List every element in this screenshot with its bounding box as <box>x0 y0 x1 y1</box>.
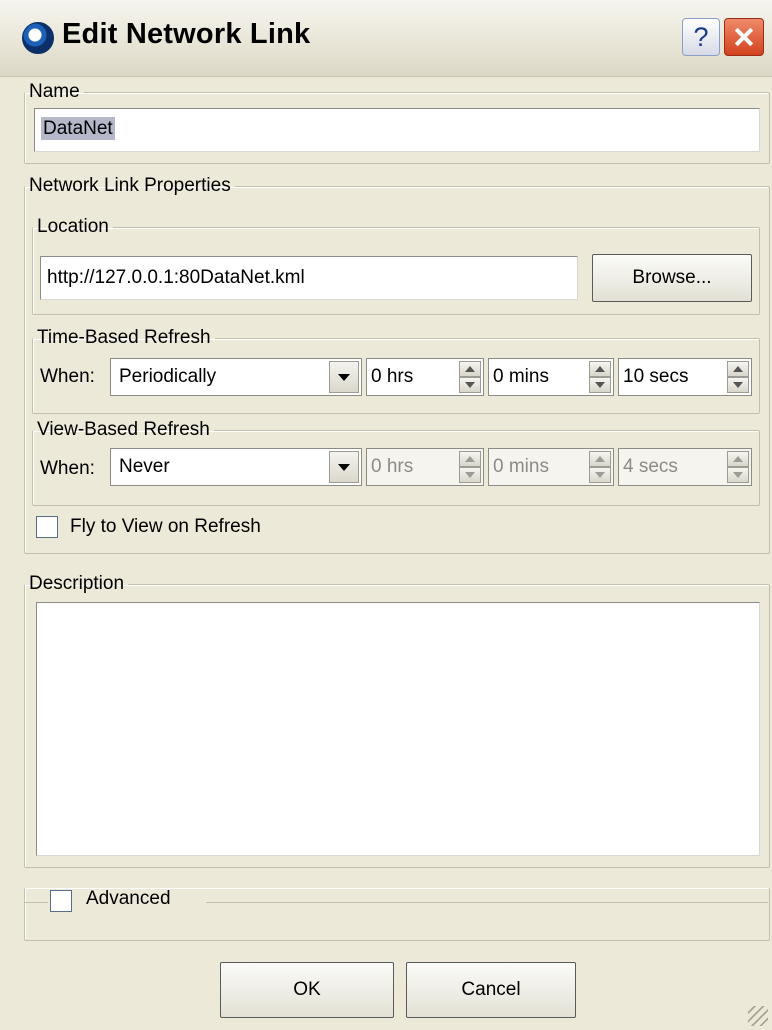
description-label: Description <box>29 573 125 594</box>
cancel-button[interactable]: Cancel <box>406 962 576 1018</box>
view-when-select[interactable]: Never <box>110 448 362 486</box>
view-when-value: Never <box>119 456 170 477</box>
location-label: Location <box>37 216 109 237</box>
time-mins-value: 0 mins <box>493 366 549 387</box>
time-hrs-down-icon[interactable] <box>459 377 481 393</box>
time-hrs-value: 0 hrs <box>371 366 414 387</box>
time-secs-down-icon[interactable] <box>727 377 749 393</box>
network-link-properties-label: Network Link Properties <box>29 175 231 196</box>
resize-grip-icon[interactable] <box>748 1006 768 1026</box>
time-mins-up-icon[interactable] <box>589 361 611 377</box>
time-secs-up-icon[interactable] <box>727 361 749 377</box>
advanced-group-top-border <box>24 902 48 903</box>
view-hrs-spinner[interactable]: 0 hrs <box>366 448 484 486</box>
view-secs-up-icon[interactable] <box>727 451 749 467</box>
name-label: Name <box>29 81 80 102</box>
view-hrs-value: 0 hrs <box>371 456 414 477</box>
view-based-refresh-label: View-Based Refresh <box>37 419 210 440</box>
view-mins-value: 0 mins <box>493 456 549 477</box>
help-button[interactable]: ? <box>682 18 720 56</box>
name-value: DataNet <box>41 117 115 140</box>
close-button[interactable] <box>724 18 764 56</box>
location-input[interactable]: http://127.0.0.1:80DataNet.kml <box>40 256 578 300</box>
time-secs-spinner[interactable]: 10 secs <box>618 358 752 396</box>
ok-button[interactable]: OK <box>220 962 394 1018</box>
fly-to-view-label[interactable]: Fly to View on Refresh <box>70 516 261 538</box>
advanced-group-top-border-right <box>206 902 768 903</box>
time-when-dropdown-arrow-icon[interactable] <box>329 361 359 393</box>
time-hrs-up-icon[interactable] <box>459 361 481 377</box>
time-when-value: Periodically <box>119 366 217 387</box>
browse-button[interactable]: Browse... <box>592 254 752 302</box>
fly-to-view-checkbox[interactable] <box>36 516 58 538</box>
time-when-select[interactable]: Periodically <box>110 358 362 396</box>
time-based-refresh-label: Time-Based Refresh <box>37 327 211 348</box>
time-secs-value: 10 secs <box>623 366 689 387</box>
view-when-dropdown-arrow-icon[interactable] <box>329 451 359 483</box>
name-input[interactable]: DataNet <box>34 108 760 152</box>
view-hrs-up-icon[interactable] <box>459 451 481 467</box>
edit-network-link-dialog: Edit Network Link ? Name DataNet Network… <box>0 0 772 1030</box>
view-mins-down-icon[interactable] <box>589 467 611 483</box>
advanced-label[interactable]: Advanced <box>86 888 171 910</box>
time-hrs-spinner[interactable]: 0 hrs <box>366 358 484 396</box>
title-bar[interactable]: Edit Network Link ? <box>0 0 772 77</box>
window-title: Edit Network Link <box>62 18 311 50</box>
google-earth-icon <box>22 22 54 54</box>
view-mins-up-icon[interactable] <box>589 451 611 467</box>
time-mins-spinner[interactable]: 0 mins <box>488 358 614 396</box>
location-value: http://127.0.0.1:80DataNet.kml <box>47 267 305 288</box>
advanced-checkbox[interactable] <box>50 890 72 912</box>
time-mins-down-icon[interactable] <box>589 377 611 393</box>
description-textarea[interactable] <box>36 602 760 856</box>
view-hrs-down-icon[interactable] <box>459 467 481 483</box>
view-secs-spinner[interactable]: 4 secs <box>618 448 752 486</box>
time-when-label: When: <box>40 366 95 387</box>
view-mins-spinner[interactable]: 0 mins <box>488 448 614 486</box>
view-when-label: When: <box>40 458 95 479</box>
view-secs-down-icon[interactable] <box>727 467 749 483</box>
view-secs-value: 4 secs <box>623 456 678 477</box>
